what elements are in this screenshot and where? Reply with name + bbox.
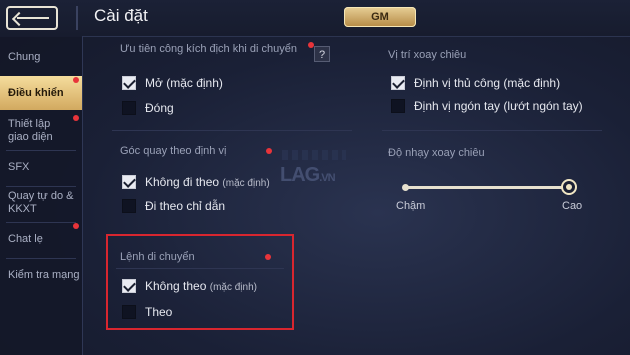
sidebar-item-chat-le[interactable]: Chat lẹ — [0, 222, 82, 256]
attack-priority-off-checkbox[interactable] — [122, 101, 136, 115]
option-label: Không theo — [145, 279, 207, 293]
move-follow-option[interactable]: Theo — [145, 304, 172, 320]
notification-dot — [266, 148, 272, 154]
notification-dot — [73, 77, 79, 83]
option-note: (mặc định) — [222, 178, 270, 189]
attack-priority-label: Ưu tiên công kích địch khi di chuyển — [120, 43, 297, 55]
attack-priority-off-option[interactable]: Đóng — [145, 100, 174, 116]
camera-label: Góc quay theo định vị — [120, 145, 227, 157]
skill-position-label: Vị trí xoay chiêu — [388, 49, 467, 61]
option-label: Định vị ngón tay — [414, 99, 501, 113]
option-label: Đóng — [145, 101, 174, 115]
sidebar-item-chung[interactable]: Chung — [0, 40, 82, 74]
option-label: Đi theo chỉ dẫn — [145, 199, 226, 213]
option-label: Theo — [145, 305, 173, 319]
move-no-follow-checkbox[interactable] — [122, 279, 136, 293]
manual-position-checkbox[interactable] — [391, 76, 405, 90]
sensitivity-label: Độ nhạy xoay chiêu — [388, 147, 485, 159]
sidebar-item-label: Kiểm tra mạng — [8, 268, 80, 281]
page-title: Cài đặt — [94, 6, 148, 25]
option-note: (mặc định) — [503, 76, 561, 90]
notification-dot — [73, 223, 79, 229]
sidebar-item-label: Quay tự do & KKXT — [8, 190, 74, 215]
help-button[interactable]: ? — [314, 46, 330, 62]
sidebar-item-quay-tu-do[interactable]: Quay tự do & KKXT — [0, 186, 82, 220]
watermark-bars — [282, 150, 346, 160]
camera-no-follow-checkbox[interactable] — [122, 175, 136, 189]
sidebar-item-label: Chung — [8, 50, 41, 63]
move-no-follow-option[interactable]: Không theo (mặc định) — [145, 278, 257, 296]
finger-position-checkbox[interactable] — [391, 99, 405, 113]
watermark-suffix: .VN — [319, 172, 335, 184]
option-note: (mặc định) — [166, 76, 223, 90]
sidebar-item-thiet-lap-giao-dien[interactable]: Thiết lập giao diện — [0, 114, 82, 148]
section-divider — [116, 268, 284, 269]
camera-no-follow-option[interactable]: Không đi theo (mặc định) — [145, 174, 270, 192]
watermark-text: LAG.VN — [280, 164, 336, 187]
slider-start-dot — [402, 184, 409, 191]
watermark-brand: LAG — [280, 164, 320, 186]
sidebar-item-label: Thiết lập giao diện — [8, 118, 53, 143]
attack-priority-on-option[interactable]: Mở (mặc định) — [145, 75, 223, 91]
option-note: (lướt ngón tay) — [503, 99, 583, 113]
option-label: Mở — [145, 76, 163, 90]
watermark-logo: LAG.VN — [276, 150, 356, 210]
sidebar-item-label: Chat lẹ — [8, 232, 43, 245]
gm-button[interactable]: GM — [344, 7, 416, 27]
sidebar-item-kiem-tra-mang[interactable]: Kiểm tra mạng — [0, 258, 82, 292]
sidebar-item-label: Điều khiển — [8, 86, 64, 99]
attack-priority-on-checkbox[interactable] — [122, 76, 136, 90]
notification-dot — [73, 115, 79, 121]
sidebar-item-dieu-khien[interactable]: Điều khiển — [0, 76, 82, 110]
option-note: (mặc định) — [209, 282, 257, 293]
sidebar-item-sfx[interactable]: SFX — [0, 150, 82, 184]
section-divider — [382, 130, 602, 131]
sidebar-item-label: SFX — [8, 160, 30, 173]
back-arrow-icon[interactable] — [6, 6, 58, 30]
manual-position-option[interactable]: Định vị thủ công (mặc định) — [414, 75, 560, 91]
slider-min-label: Chậm — [396, 200, 426, 212]
move-command-label: Lệnh di chuyển — [120, 251, 195, 263]
sensitivity-slider-track[interactable] — [404, 186, 570, 189]
option-label: Không đi theo — [145, 175, 220, 189]
header-divider — [76, 6, 78, 30]
finger-position-option[interactable]: Định vị ngón tay (lướt ngón tay) — [414, 98, 583, 114]
section-divider — [112, 130, 352, 131]
camera-follow-checkbox[interactable] — [122, 199, 136, 213]
notification-dot — [265, 254, 271, 260]
move-follow-checkbox[interactable] — [122, 305, 136, 319]
slider-max-label: Cao — [562, 200, 583, 212]
sensitivity-slider-handle[interactable] — [561, 179, 577, 195]
camera-follow-option[interactable]: Đi theo chỉ dẫn — [145, 198, 225, 214]
option-label: Định vị thủ công — [414, 76, 501, 90]
